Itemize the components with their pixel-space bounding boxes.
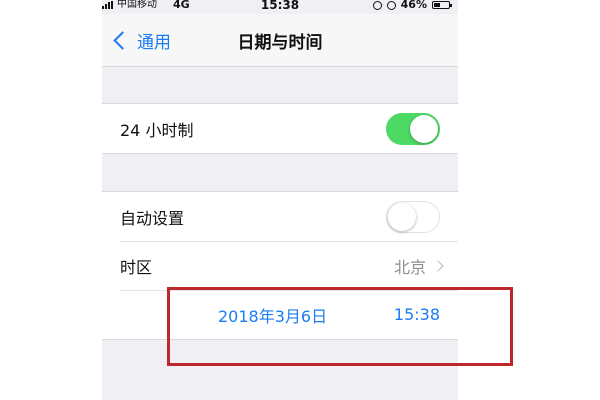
battery-icon: [432, 1, 452, 9]
hour24-toggle[interactable]: [386, 112, 440, 145]
battery-percent: 46%: [400, 0, 427, 11]
hour24-row: 24 小时制: [102, 104, 458, 153]
auto-set-row: 自动设置: [102, 192, 458, 241]
timezone-city: 北京: [393, 257, 426, 277]
timezone-label: 时区: [120, 257, 153, 277]
timezone-row[interactable]: 时区 北京: [102, 241, 458, 290]
auto-set-toggle[interactable]: [386, 200, 440, 233]
auto-set-label: 自动设置: [120, 208, 185, 228]
chevron-right-icon: [432, 259, 444, 272]
alarm-icon: [386, 0, 396, 10]
rotation-lock-icon: [372, 0, 382, 10]
timezone-value[interactable]: 北京: [393, 254, 444, 278]
toggle-knob: [388, 202, 416, 231]
page-title: 日期与时间: [237, 33, 323, 53]
navigation-bar: 通用 日期与时间: [102, 14, 458, 67]
hour24-group: 24 小时制: [102, 103, 458, 154]
toggle-knob: [410, 114, 438, 143]
status-right: 46%: [372, 0, 452, 11]
status-bar: 中国移动 4G 15:38 46%: [102, 0, 458, 12]
hour24-label: 24 小时制: [120, 120, 194, 140]
annotation-box: [167, 287, 513, 366]
